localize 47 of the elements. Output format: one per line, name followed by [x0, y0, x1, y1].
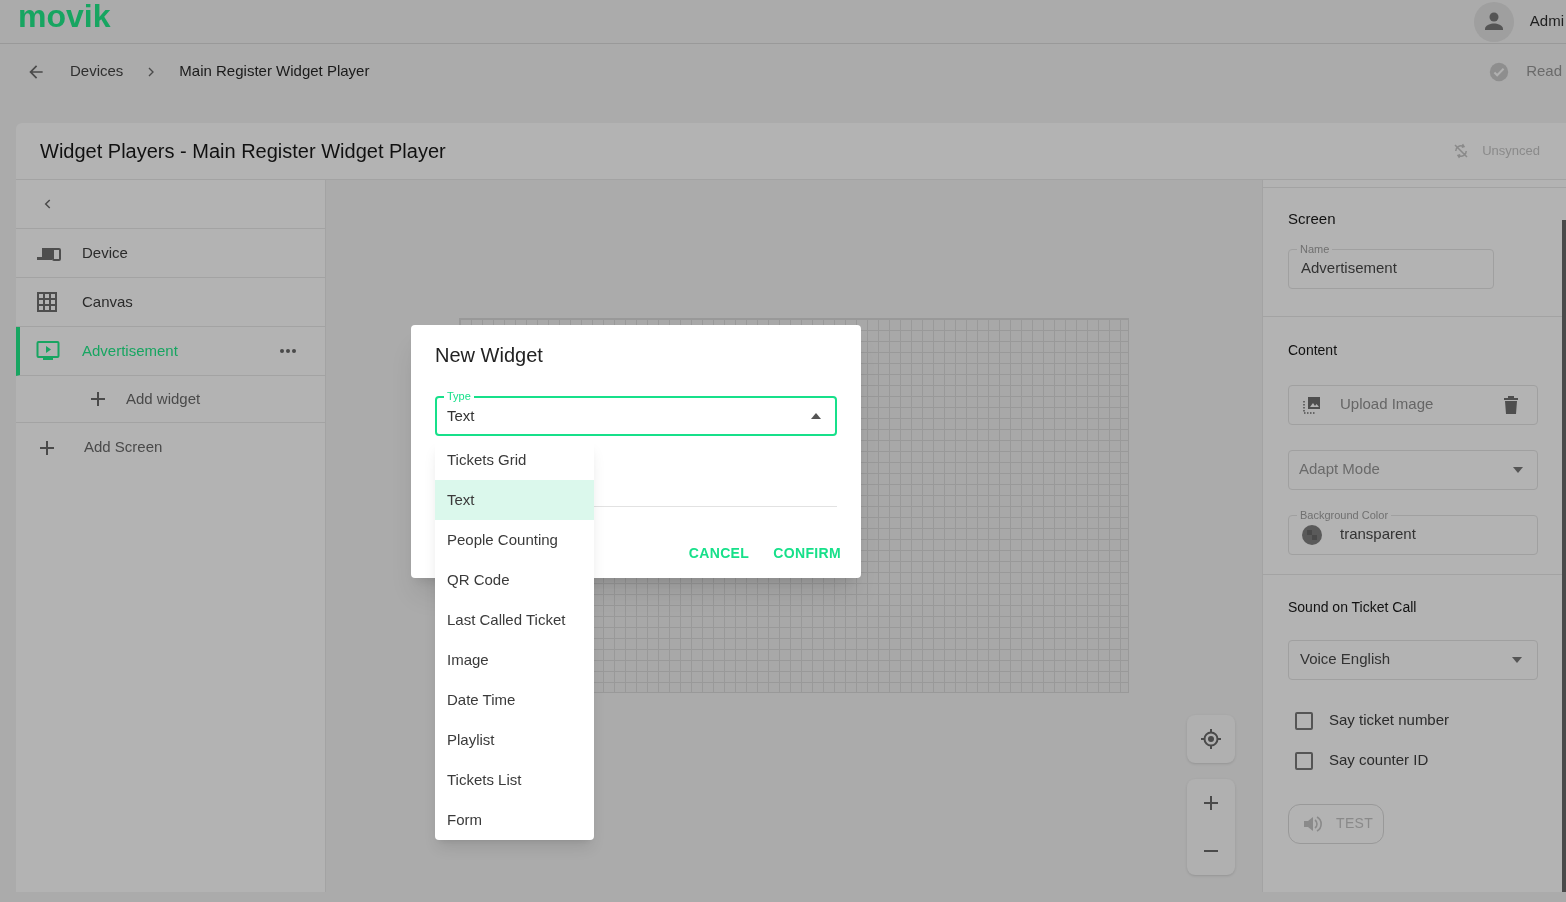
- plus-icon: [90, 391, 106, 407]
- dropdown-caret-icon: [811, 413, 821, 419]
- dropdown-option[interactable]: Text: [435, 480, 594, 520]
- checkbox-label: Say counter ID: [1329, 750, 1429, 771]
- dropdown-caret-icon: [1512, 465, 1524, 474]
- check-circle-icon: [1488, 60, 1511, 83]
- checkbox[interactable]: [1295, 711, 1313, 730]
- dialog-title: New Widget: [435, 343, 544, 368]
- plus-icon: [39, 439, 55, 456]
- dropdown-option[interactable]: Form: [435, 800, 594, 840]
- user-icon[interactable]: [1473, 1, 1514, 42]
- breadcrumb-item: Main Register Widget Player: [179, 61, 370, 82]
- dropdown-option[interactable]: Image: [435, 640, 594, 680]
- page-title: Widget Players - Main Register Widget Player: [40, 139, 446, 164]
- scrollbar[interactable]: [1562, 220, 1566, 892]
- section-heading: Content: [1288, 340, 1339, 360]
- dropdown-option[interactable]: Last Called Ticket: [435, 600, 594, 640]
- add-screen-link[interactable]: Add Screen: [16, 423, 325, 472]
- recenter-icon: [1200, 728, 1222, 750]
- dropdown-option[interactable]: QR Code: [435, 560, 594, 600]
- dropdown-option[interactable]: Date Time: [435, 680, 594, 720]
- checkbox[interactable]: [1295, 751, 1313, 770]
- dropdown-option[interactable]: People Counting: [435, 520, 594, 560]
- grid-icon: [36, 291, 58, 313]
- dropdown-option[interactable]: Playlist: [435, 720, 594, 760]
- transparent-swatch-icon: [1302, 524, 1322, 545]
- recenter-button[interactable]: [1187, 715, 1235, 763]
- breadcrumb-item[interactable]: Devices: [70, 60, 124, 83]
- screen-play-icon: [36, 340, 60, 362]
- user-name[interactable]: Admi: [1529, 10, 1564, 33]
- speaker-icon: [1302, 813, 1322, 834]
- zoom-in-icon: [1203, 795, 1219, 811]
- dropdown-option[interactable]: Tickets List: [435, 760, 594, 800]
- status-text: Read: [1526, 61, 1562, 82]
- section-heading: Screen: [1288, 209, 1337, 229]
- sidebar-item[interactable]: Device: [16, 229, 325, 278]
- add-widget-link[interactable]: Add widget: [16, 376, 325, 423]
- checkbox-label: Say ticket number: [1329, 710, 1450, 731]
- section-heading: Sound on Ticket Call: [1288, 597, 1418, 617]
- image-upload-icon: [1302, 394, 1322, 415]
- voice-select[interactable]: Voice English: [1288, 639, 1538, 680]
- dropdown-option[interactable]: Tickets Grid: [435, 440, 594, 480]
- more-icon[interactable]: [279, 348, 297, 354]
- delete-icon[interactable]: [1503, 394, 1519, 415]
- dropdown-caret-icon: [1511, 655, 1523, 664]
- sidebar-item[interactable]: Canvas: [16, 278, 325, 327]
- zoom-out-icon: [1203, 849, 1219, 853]
